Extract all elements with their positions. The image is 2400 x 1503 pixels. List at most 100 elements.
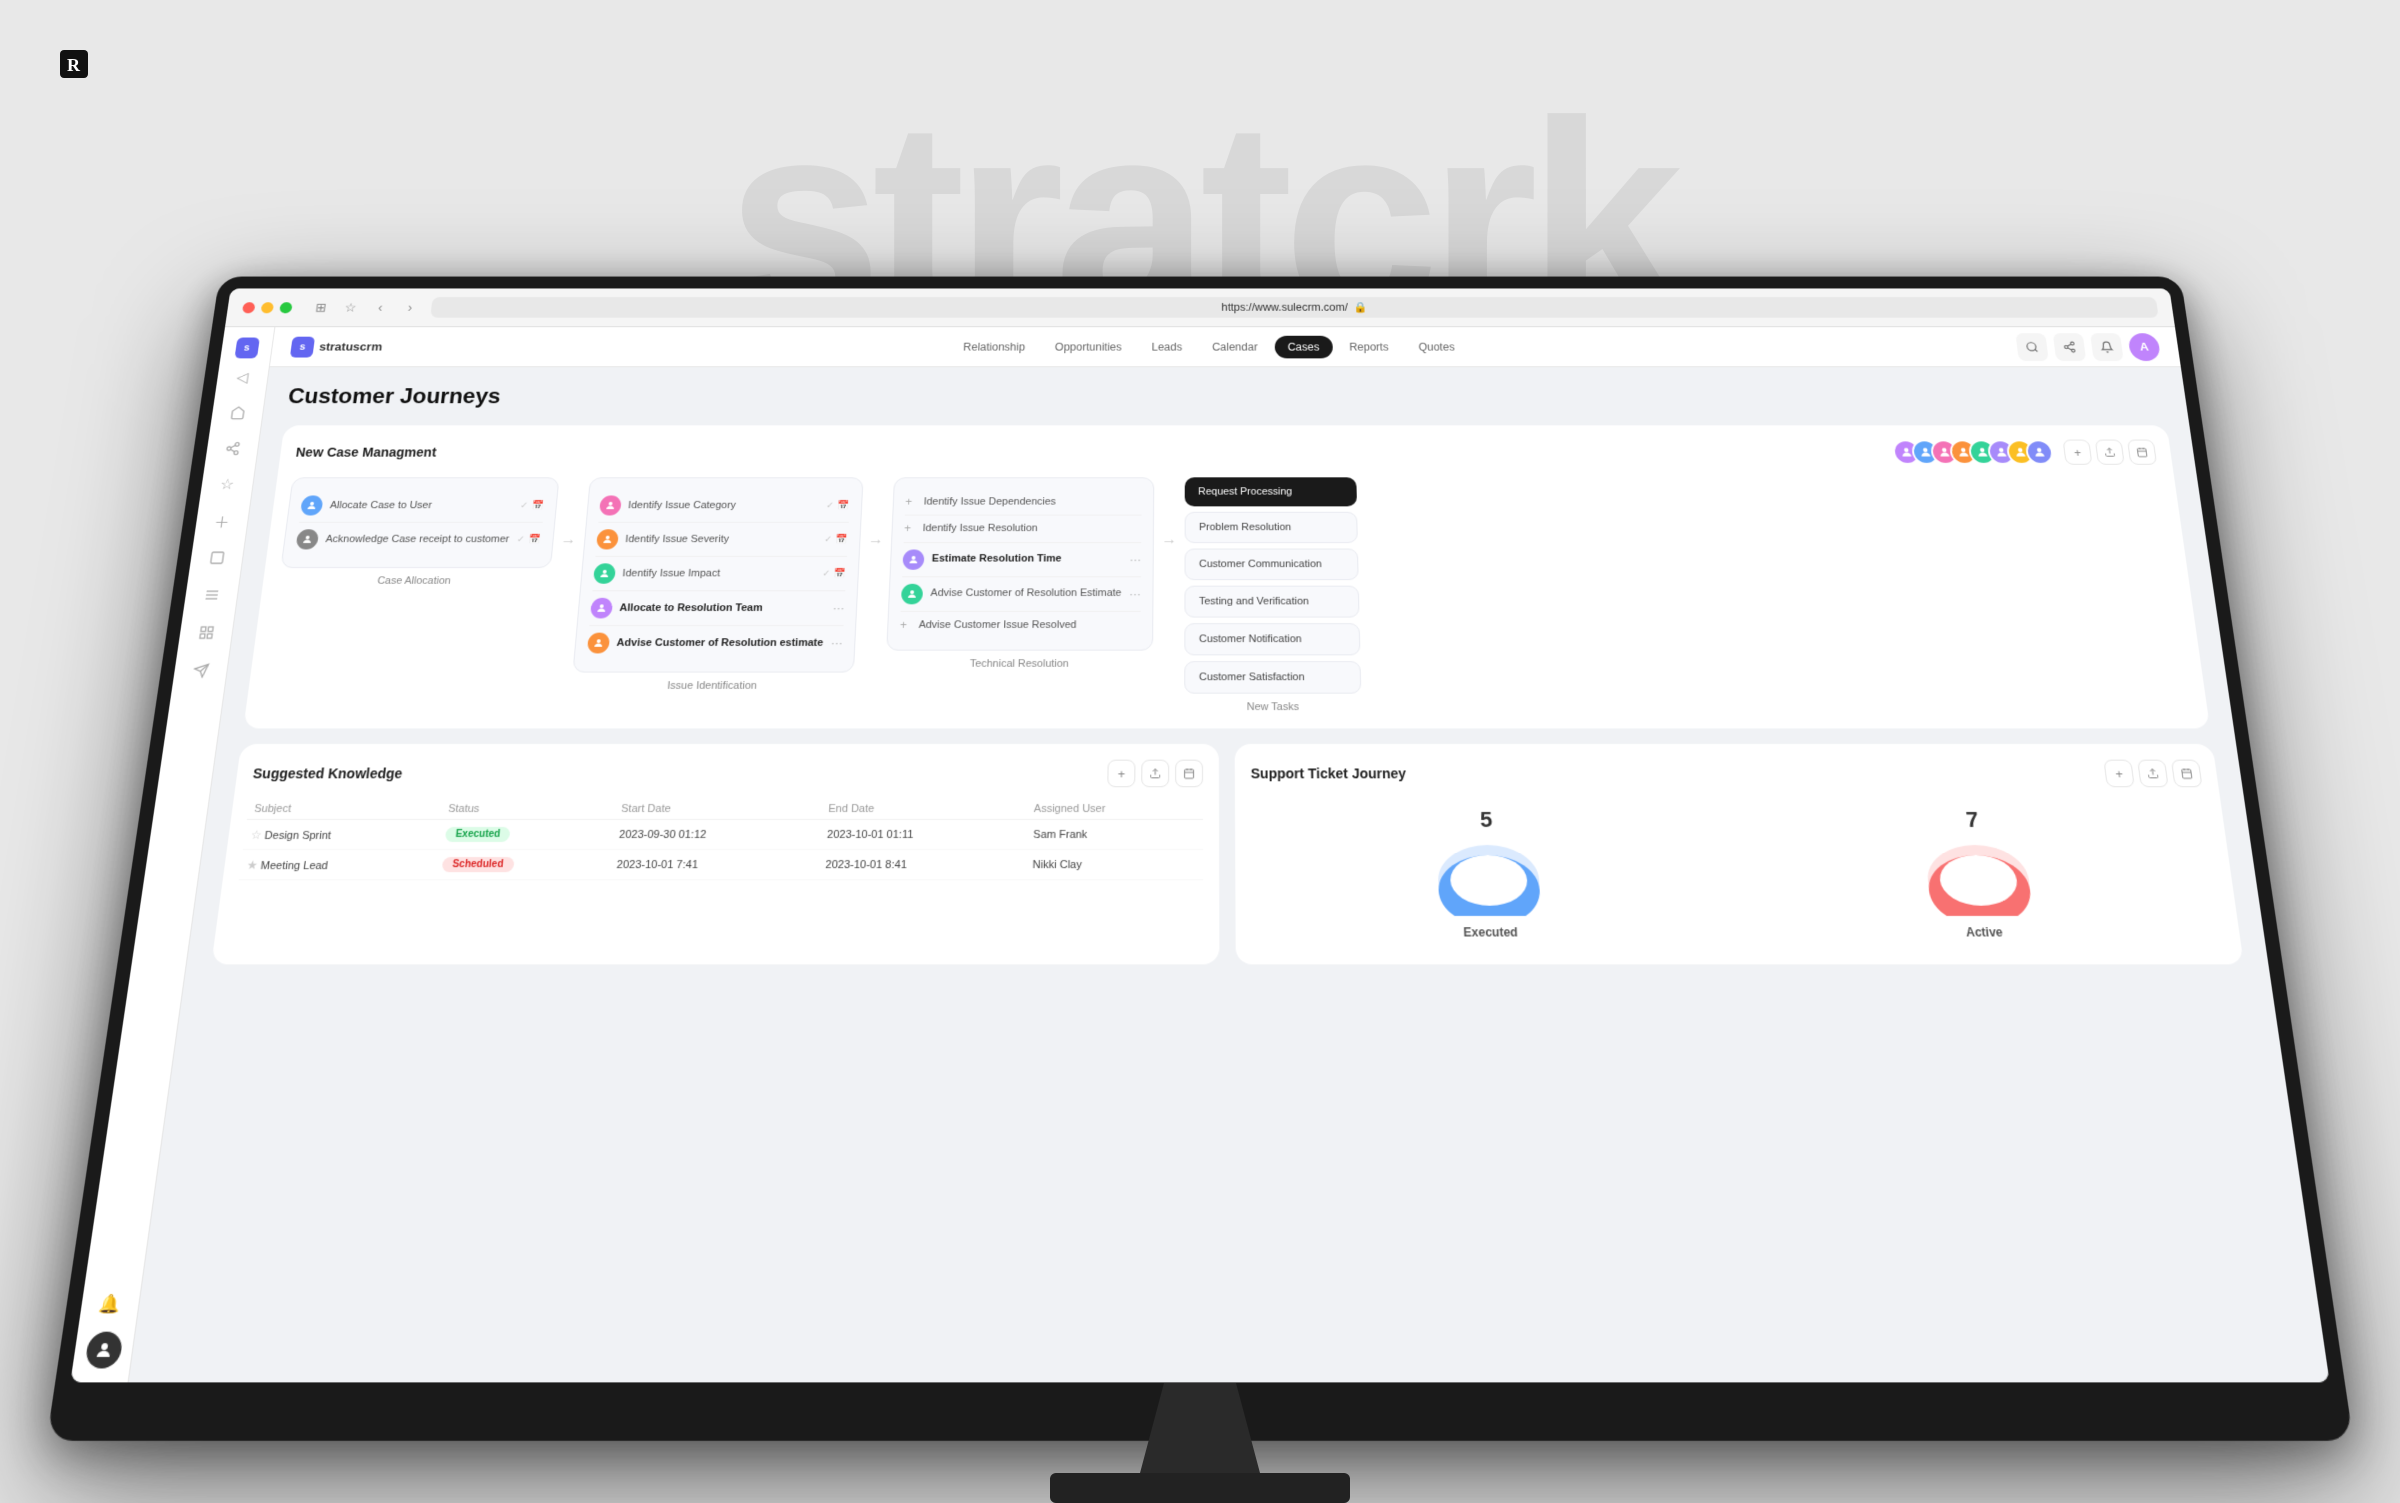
col-header-start-date: Start Date [614, 799, 823, 819]
knowledge-table: Subject Status Start Date End Date Assig… [239, 799, 1203, 880]
sidebar-item-share[interactable] [213, 432, 252, 464]
chart-area: 5 Executed [1251, 799, 2225, 948]
task-dots-7: ··· [831, 636, 843, 649]
task-text-10: Estimate Resolution Time [932, 553, 1122, 566]
search-button[interactable] [2015, 333, 2048, 361]
export-button[interactable] [2095, 440, 2125, 465]
chart-label-executed: Executed [1252, 925, 1730, 939]
sk-export-button[interactable] [1141, 760, 1169, 788]
stage-label-new-tasks: New Tasks [1184, 701, 1362, 713]
suggested-knowledge-title: Suggested Knowledge [252, 766, 403, 782]
sidebar-item-home[interactable] [218, 397, 257, 429]
task-text-5: Identify Issue Impact [622, 567, 815, 580]
user-avatar-stack [1892, 440, 2054, 465]
sk-calendar-button[interactable] [1175, 760, 1203, 788]
nav-link-calendar[interactable]: Calendar [1199, 335, 1271, 358]
task-text-7: Advise Customer of Resolution estimate [616, 636, 823, 650]
task-problem-resolution[interactable]: Problem Resolution [1185, 512, 1358, 543]
suggested-knowledge-card: Suggested Knowledge + [211, 744, 1219, 964]
task-text-3: Identify Issue Category [628, 499, 819, 512]
minimize-button[interactable] [261, 302, 275, 313]
sidebar-item-pages[interactable] [197, 541, 236, 574]
nav-link-reports[interactable]: Reports [1336, 335, 1402, 358]
status-badge-1: Executed [445, 827, 511, 842]
nav-link-cases[interactable]: Cases [1274, 335, 1332, 358]
share-button[interactable] [2053, 333, 2087, 361]
col-header-subject: Subject [247, 799, 443, 819]
sidebar-item-list[interactable] [192, 578, 232, 612]
nav-link-opportunities[interactable]: Opportunities [1042, 335, 1135, 358]
browser-chrome: ⊞ ☆ ‹ › https://www.sulecrm.com/ 🔒 [225, 288, 2175, 327]
task-text-9: Identify Issue Resolution [922, 522, 1141, 535]
task-dots-6: ··· [833, 602, 845, 615]
sidebar-item-send[interactable] [180, 653, 220, 687]
sidebar-logo: s [234, 338, 259, 359]
user-avatar[interactable]: A [2127, 333, 2161, 361]
task-avatar-1 [300, 495, 324, 515]
suggested-knowledge-header: Suggested Knowledge + [251, 760, 1203, 788]
task-testing-verification[interactable]: Testing and Verification [1184, 586, 1359, 618]
task-icons-3: ✓📅 [826, 500, 850, 510]
calendar-button[interactable] [2127, 440, 2157, 465]
task-customer-notification[interactable]: Customer Notification [1184, 623, 1360, 655]
nav-link-relationship[interactable]: Relationship [950, 335, 1039, 358]
add-stage-button[interactable]: + [2063, 440, 2093, 465]
star-icon-2[interactable]: ★ [246, 858, 259, 872]
cell-end-2: 2023-10-01 8:41 [819, 849, 1027, 879]
task-avatar-2 [295, 529, 319, 549]
chart-number-executed: 5 [1251, 807, 1722, 833]
check-icon: ✓ [520, 500, 529, 510]
maximize-button[interactable] [279, 302, 293, 313]
bookmark-icon[interactable]: ☆ [339, 298, 362, 317]
nav-actions: A [2015, 333, 2161, 361]
bottom-section: Suggested Knowledge + [211, 744, 2244, 964]
task-text-1: Allocate Case to User [329, 499, 513, 512]
cell-user-2: Nikki Clay [1026, 849, 1203, 879]
cell-subject-1: ☆ Design Sprint [243, 819, 441, 849]
task-advise-resolved: + Advise Customer Issue Resolved [900, 611, 1141, 638]
notifications-button[interactable] [2090, 333, 2124, 361]
task-text-8: Identify Issue Dependencies [923, 495, 1141, 508]
case-allocation-card: Allocate Case to User ✓ 📅 [280, 477, 559, 568]
subject-text-1: Design Sprint [264, 829, 332, 841]
task-dots-11: ··· [1129, 587, 1141, 600]
sidebar-item-collapse[interactable]: ◁ [223, 362, 261, 394]
task-customer-satisfaction[interactable]: Customer Satisfaction [1184, 661, 1361, 694]
sidebar-item-add[interactable]: ＋ [202, 505, 241, 538]
address-bar[interactable]: https://www.sulecrm.com/ 🔒 [430, 297, 2158, 318]
task-avatar-3 [599, 495, 622, 515]
sidebar-item-notifications[interactable]: 🔔 [88, 1284, 132, 1325]
task-request-processing[interactable]: Request Processing [1185, 477, 1357, 506]
st-add-button[interactable]: + [2103, 760, 2134, 788]
task-issue-severity: Identify Issue Severity ✓📅 [595, 523, 849, 557]
task-icons-4: ✓📅 [824, 534, 848, 544]
calendar-icon-2: 📅 [528, 534, 541, 544]
task-estimate-time: Estimate Resolution Time ··· [902, 543, 1141, 577]
calendar-icon: 📅 [532, 500, 545, 510]
sidebar-item-grid[interactable] [186, 616, 226, 650]
star-icon-1[interactable]: ☆ [250, 827, 263, 841]
back-button[interactable]: ‹ [369, 298, 392, 317]
window-icon[interactable]: ⊞ [309, 298, 332, 317]
sk-add-button[interactable]: + [1107, 760, 1135, 788]
task-allocate-case: Allocate Case to User ✓ 📅 [299, 489, 546, 523]
stage-connector-2: → [868, 477, 887, 548]
st-export-button[interactable] [2137, 760, 2169, 788]
donut-chart-active [1919, 835, 2039, 916]
stage-label-issue: Issue Identification [570, 680, 853, 692]
task-customer-communication[interactable]: Customer Communication [1185, 549, 1359, 581]
journey-card-new-case: New Case Managment [243, 425, 2210, 728]
stage-issue-identification: Identify Issue Category ✓📅 [570, 477, 863, 691]
sidebar-user-avatar[interactable] [84, 1332, 124, 1369]
forward-button[interactable]: › [399, 298, 422, 317]
st-calendar-button[interactable] [2171, 760, 2203, 788]
nav-link-quotes[interactable]: Quotes [1405, 335, 1468, 358]
close-button[interactable] [242, 302, 256, 313]
cell-user-1: Sam Frank [1027, 819, 1203, 849]
check-icon-2: ✓ [516, 534, 525, 544]
nav-link-leads[interactable]: Leads [1138, 335, 1195, 358]
chart-label-active: Active [1745, 925, 2224, 939]
col-header-end-date: End Date [822, 799, 1028, 819]
card-actions: + [2063, 440, 2158, 465]
sidebar-item-starred[interactable]: ☆ [208, 468, 247, 501]
